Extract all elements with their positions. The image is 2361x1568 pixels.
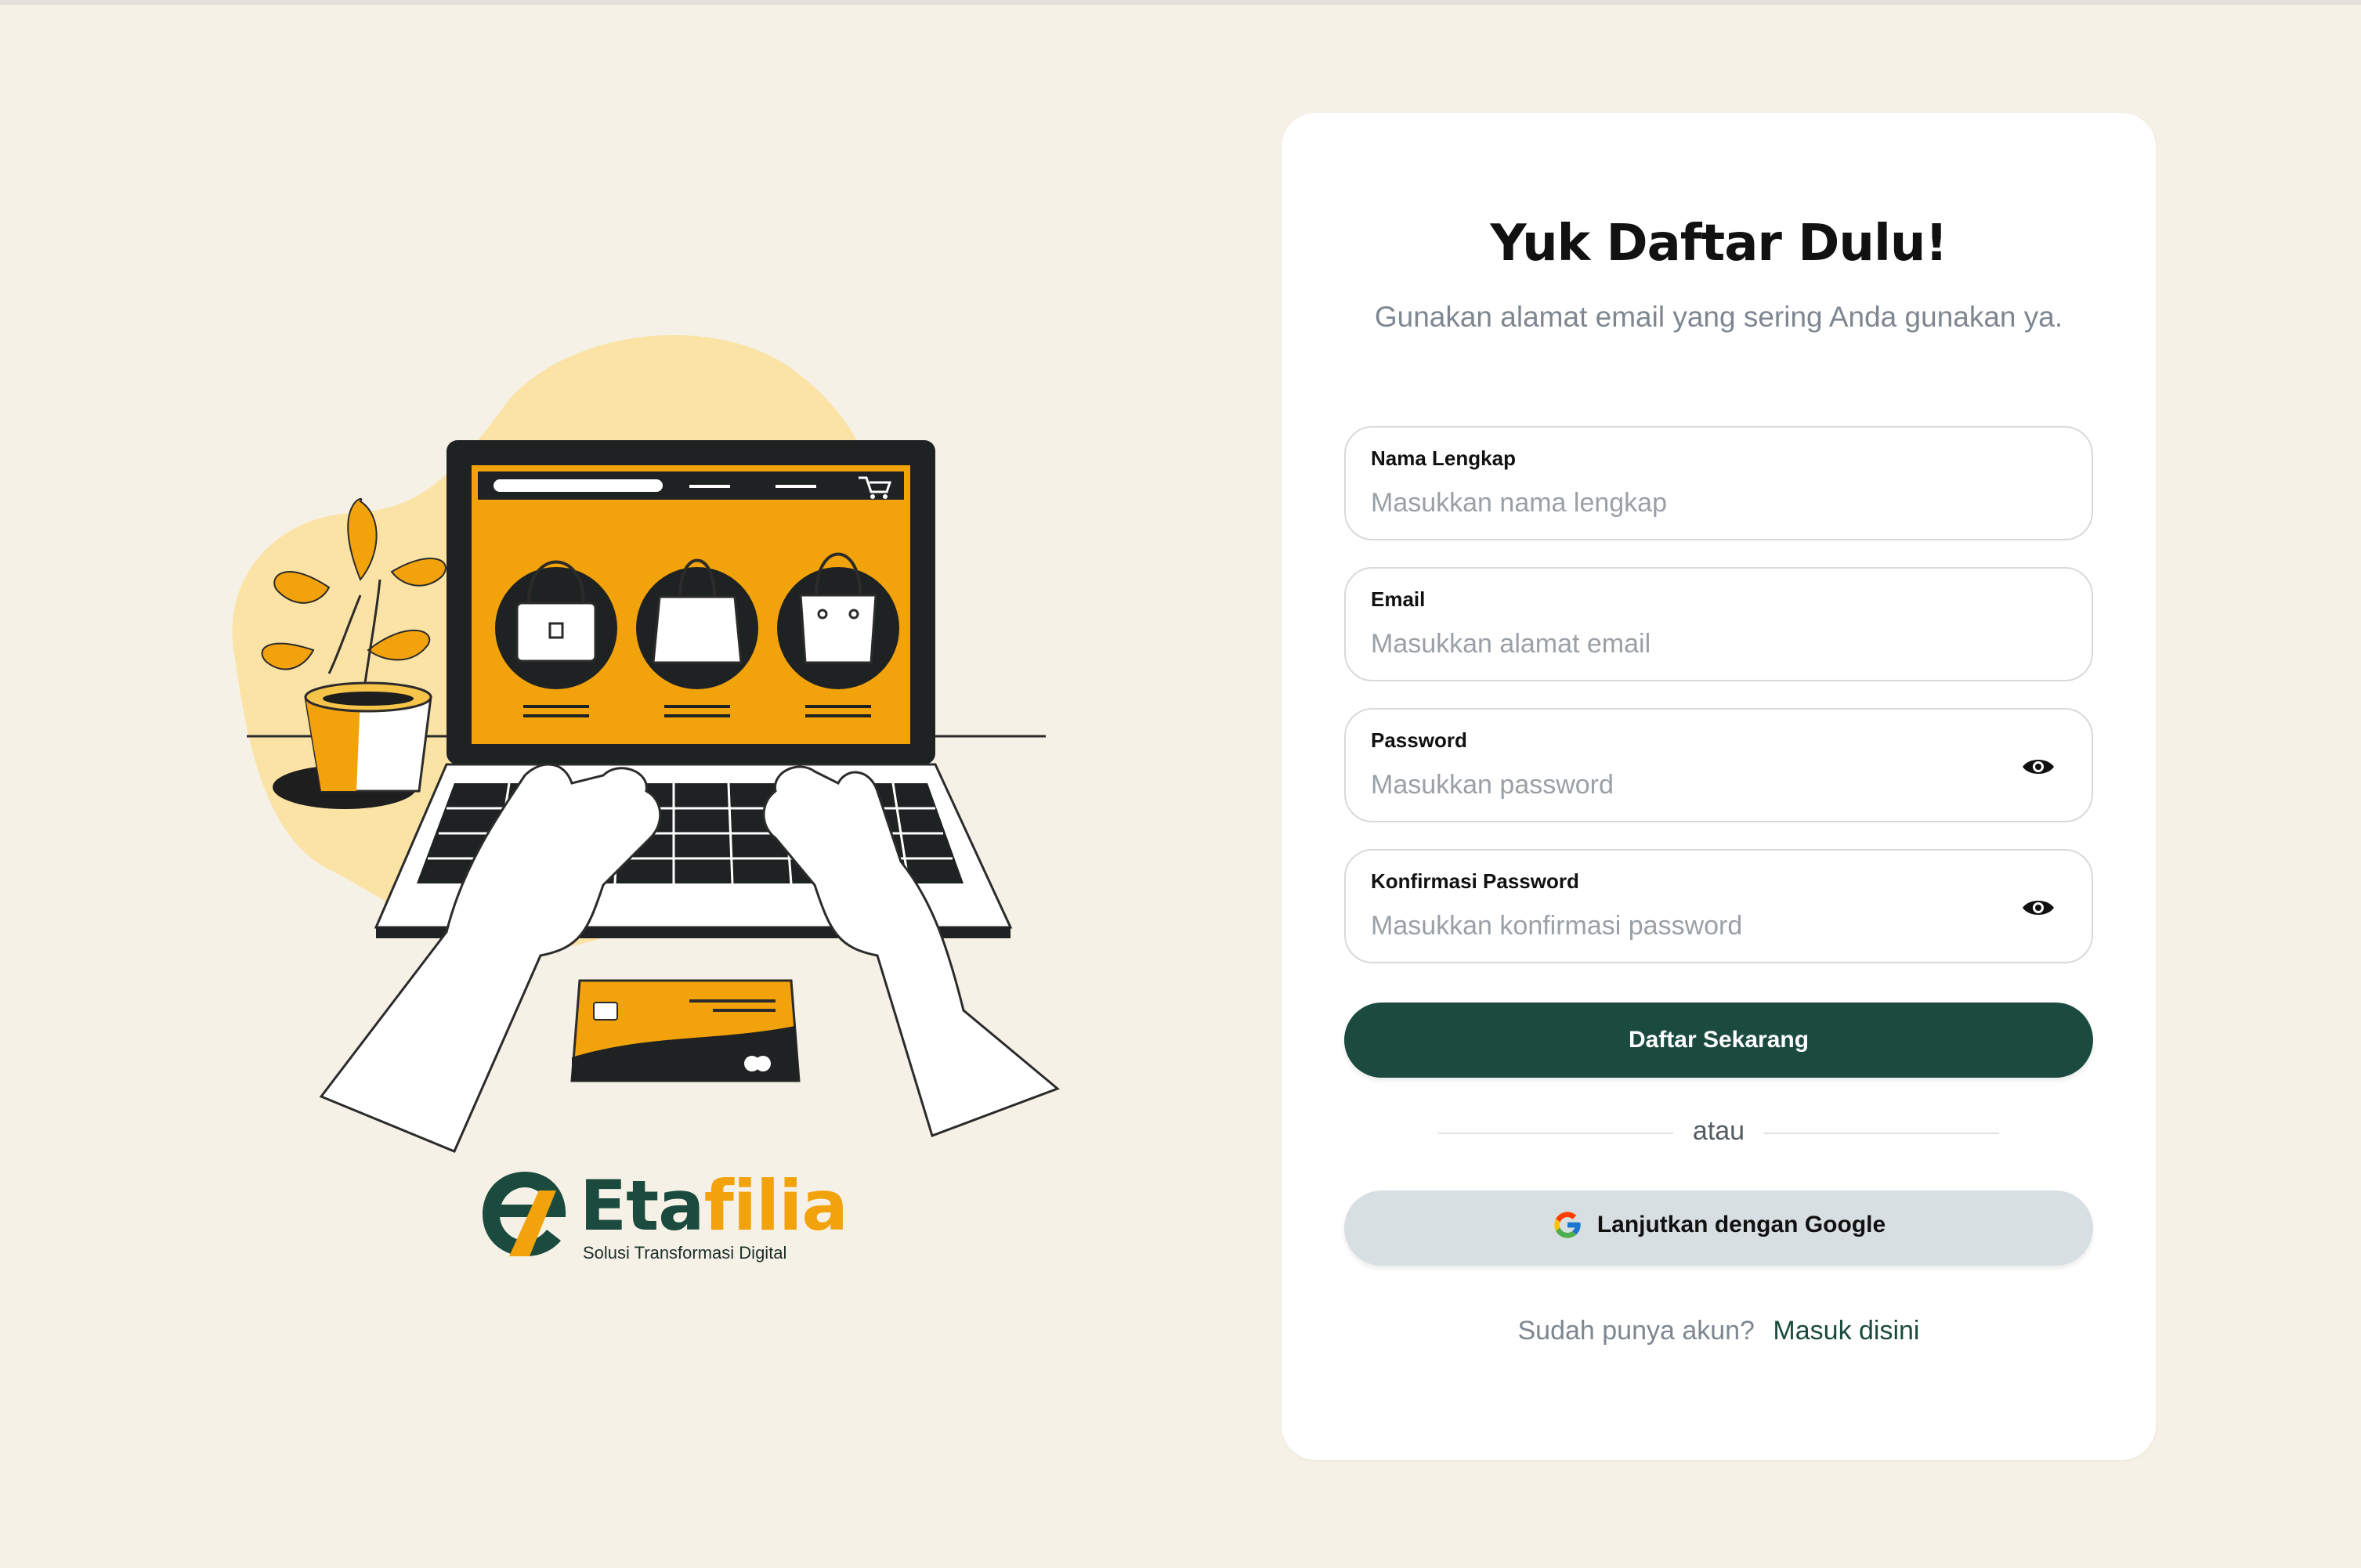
password-label: Password [1371,728,1467,752]
password-input[interactable] [1369,764,2015,805]
register-card: Yuk Daftar Dulu! Gunakan alamat email ya… [1282,113,2156,1460]
divider-text: atau [1692,1116,1745,1146]
page-title: Yuk Daftar Dulu! [1490,215,1947,273]
google-signup-button[interactable]: Lanjutkan dengan Google [1344,1190,2093,1266]
full-name-input[interactable] [1369,482,2015,523]
signin-prompt: Sudah punya akun? Masuk disini [1282,1316,2156,1346]
page-subtitle: Gunakan alamat email yang sering Anda gu… [1374,301,2063,333]
confirm-password-input[interactable] [1369,905,2015,946]
etafilia-logo-mark [483,1172,566,1256]
full-name-label: Nama Lengkap [1371,446,1516,470]
full-name-field[interactable]: Nama Lengkap [1344,426,2093,540]
brand-wordmark: Etafilia [580,1165,848,1246]
register-button[interactable]: Daftar Sekarang [1344,1003,2093,1078]
brand-tagline: Solusi Transformasi Digital [583,1243,787,1263]
or-divider: atau [1438,1115,1999,1151]
google-button-label: Lanjutkan dengan Google [1596,1212,1886,1237]
shopping-laptop-illustration [232,334,1060,1153]
confirm-password-label: Konfirmasi Password [1371,869,1579,893]
email-field[interactable]: Email [1344,567,2093,681]
eye-icon[interactable] [2021,896,2055,919]
email-label: Email [1371,587,1426,611]
divider-line-right [1764,1133,1999,1134]
top-border [0,0,2361,5]
signin-link[interactable]: Masuk disini [1773,1316,1919,1346]
google-icon [1554,1212,1581,1238]
google-button-content: Lanjutkan dengan Google [1552,1209,1886,1241]
password-field[interactable]: Password [1344,708,2093,822]
eye-icon[interactable] [2021,755,2055,779]
etafilia-logo: Etafilia Solusi Transformasi Digital [478,1167,848,1277]
confirm-password-field[interactable]: Konfirmasi Password [1344,849,2093,963]
email-input[interactable] [1369,623,2015,664]
signin-question: Sudah punya akun? [1517,1316,1755,1346]
